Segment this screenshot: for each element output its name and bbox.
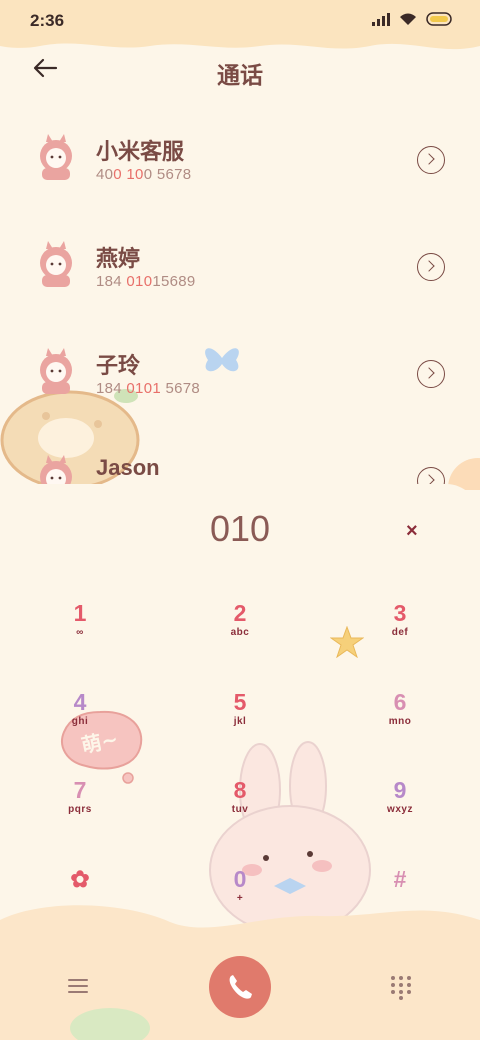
call-button[interactable] xyxy=(209,956,271,1018)
key-2[interactable]: 2 abc xyxy=(180,600,300,676)
avatar xyxy=(40,348,72,394)
contact-name: 小米客服 xyxy=(96,139,185,164)
page-title: 通话 xyxy=(217,62,263,88)
contact-number: 400 100 5678 xyxy=(96,166,192,183)
key-digit: 7 xyxy=(73,777,87,803)
status-bar: 2:36 xyxy=(0,0,480,50)
status-icons xyxy=(372,12,454,26)
contact-number: 184 0101 5678 xyxy=(96,380,201,397)
key-4[interactable]: 4 ghi xyxy=(20,689,140,765)
battery-icon xyxy=(426,12,452,26)
hash-icon: # xyxy=(393,866,407,892)
wifi-icon xyxy=(400,13,416,25)
key-9[interactable]: 9 wxyz xyxy=(340,777,460,853)
key-letters: wxyz xyxy=(387,804,413,815)
voicemail-icon: ∞ xyxy=(76,627,84,638)
chevron-right-circle-icon[interactable] xyxy=(417,146,445,174)
phone-icon xyxy=(229,975,252,999)
chevron-right-circle-icon[interactable] xyxy=(417,253,445,281)
key-digit: 1 xyxy=(73,600,87,626)
key-digit: 6 xyxy=(393,689,407,715)
avatar xyxy=(40,134,72,180)
key-digit: 8 xyxy=(233,777,247,803)
contact-row[interactable]: 子玲 184 0101 5678 xyxy=(0,324,480,424)
key-3[interactable]: 3 def xyxy=(340,600,460,676)
menu-icon[interactable] xyxy=(66,974,90,998)
key-letters: def xyxy=(391,627,409,638)
star-icon: ✿ xyxy=(70,866,90,892)
contact-name: 燕婷 xyxy=(96,246,141,271)
status-time: 2:36 xyxy=(30,11,65,30)
key-letters: jkl xyxy=(233,716,247,727)
avatar xyxy=(40,241,72,287)
key-letters: pqrs xyxy=(68,804,92,815)
delete-button[interactable]: × xyxy=(406,520,418,543)
header: 通话 xyxy=(0,52,480,92)
contact-row[interactable]: 燕婷 184 01015689 xyxy=(0,217,480,317)
key-6[interactable]: 6 mno xyxy=(340,689,460,765)
key-8[interactable]: 8 tuv xyxy=(180,777,300,853)
key-digit: 2 xyxy=(233,600,247,626)
contact-name: Jason xyxy=(96,455,160,480)
key-digit: 5 xyxy=(233,689,247,715)
key-5[interactable]: 5 jkl xyxy=(180,689,300,765)
key-1[interactable]: 1 ∞ xyxy=(20,600,140,676)
key-letters: abc xyxy=(230,627,250,638)
key-digit: 4 xyxy=(73,689,87,715)
key-digit: 0 xyxy=(233,866,247,892)
key-letters: tuv xyxy=(231,804,249,815)
contact-name: 子玲 xyxy=(96,353,141,378)
key-digit: 3 xyxy=(393,600,407,626)
key-7[interactable]: 7 pqrs xyxy=(20,777,140,853)
contact-number: 184 01015689 xyxy=(96,273,196,290)
key-letters: mno xyxy=(388,716,412,727)
contact-row[interactable]: 小米客服 400 100 5678 xyxy=(0,110,480,210)
chevron-right-circle-icon[interactable] xyxy=(417,360,445,388)
dialpad-icon[interactable] xyxy=(388,974,414,1000)
signal-icon xyxy=(372,13,390,26)
key-letters: ghi xyxy=(71,716,89,727)
key-digit: 9 xyxy=(393,777,407,803)
